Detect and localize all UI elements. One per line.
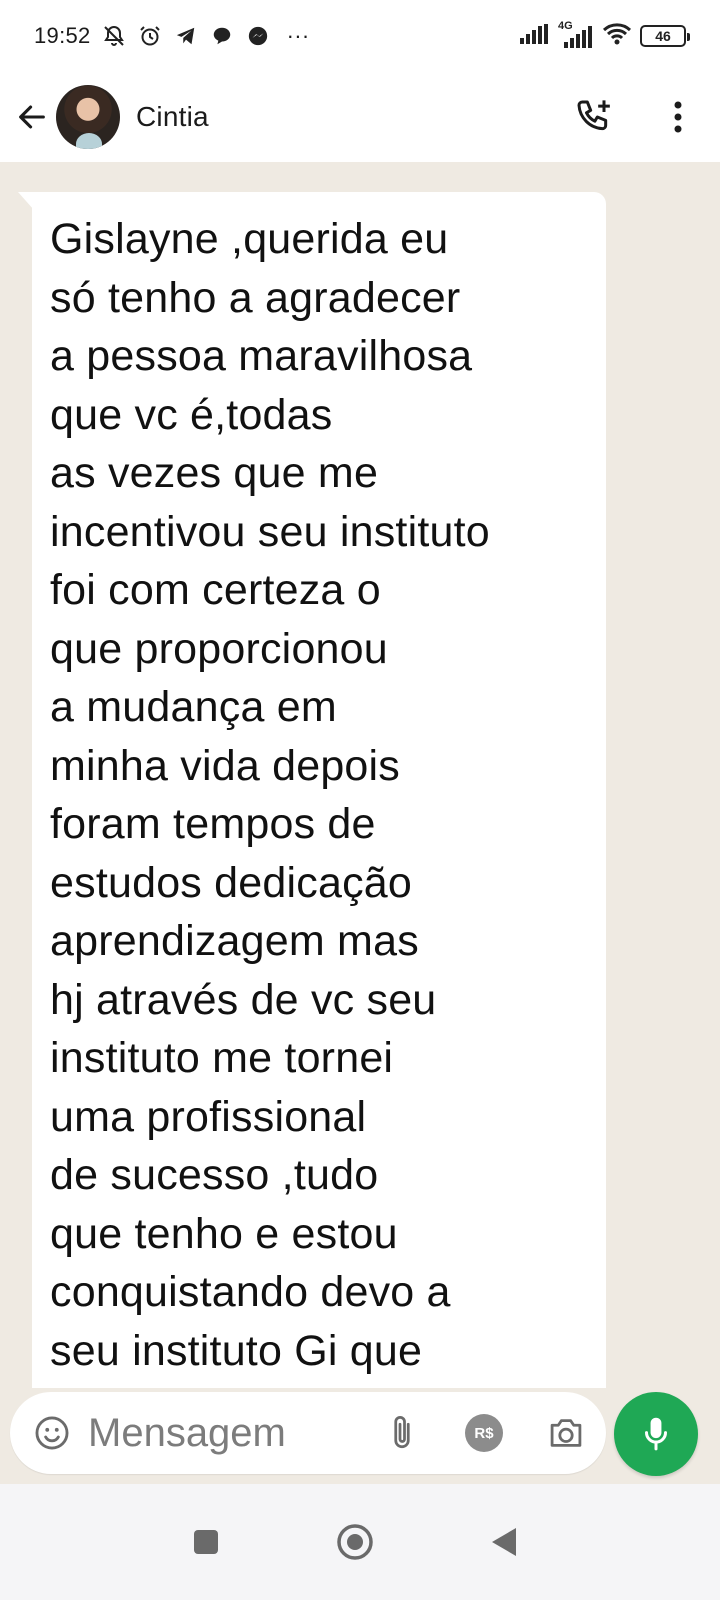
avatar[interactable] (56, 85, 120, 149)
camera-button[interactable] (544, 1411, 588, 1455)
status-bar: 19:52 ··· 4G 46 (0, 0, 720, 72)
more-notifications-icon: ··· (286, 23, 310, 48)
chat-bubble-icon (209, 23, 235, 49)
camera-icon (550, 1419, 582, 1447)
battery-icon: 46 (640, 25, 690, 47)
contact-name[interactable]: Cintia (136, 101, 209, 133)
messenger-icon (245, 23, 271, 49)
message-input[interactable] (88, 1405, 358, 1461)
chat-area[interactable]: Gislayne ,querida eu só tenho a agradece… (0, 162, 720, 1412)
triangle-back-icon (492, 1528, 516, 1556)
more-options-button[interactable] (654, 93, 702, 141)
chat-header: Cintia (0, 72, 720, 162)
signal-icon (520, 23, 550, 49)
signal-4g-icon: 4G (558, 20, 594, 48)
message-input-pill: R$ (10, 1392, 606, 1474)
status-time: 19:52 (34, 23, 91, 48)
back-button[interactable] (12, 97, 52, 137)
more-vertical-icon (674, 101, 682, 133)
attach-button[interactable] (380, 1411, 424, 1455)
wifi-icon (602, 22, 632, 51)
paperclip-icon (394, 1416, 410, 1449)
home-button[interactable] (335, 1522, 375, 1562)
message-text: Gislayne ,querida eu só tenho a agradece… (50, 215, 490, 1375)
system-nav-bar (0, 1484, 720, 1600)
microphone-icon (645, 1417, 667, 1451)
emoji-icon (35, 1416, 69, 1450)
add-call-button[interactable] (570, 93, 618, 141)
composer: R$ (0, 1388, 720, 1484)
phone-plus-icon (577, 100, 610, 131)
alarm-icon (137, 23, 163, 49)
telegram-icon (173, 23, 199, 49)
arrow-left-icon (19, 105, 45, 129)
currency-icon: R$ (465, 1414, 503, 1452)
header-actions (570, 93, 702, 141)
message-bubble[interactable]: Gislayne ,querida eu só tenho a agradece… (32, 192, 606, 1412)
emoji-button[interactable] (32, 1413, 72, 1453)
bell-off-icon (101, 23, 127, 49)
back-nav-button[interactable] (484, 1522, 524, 1562)
input-actions: R$ (380, 1411, 588, 1455)
home-circle-icon (337, 1524, 373, 1560)
voice-message-button[interactable] (614, 1392, 698, 1476)
payment-button[interactable]: R$ (462, 1411, 506, 1455)
status-right: 4G 46 (520, 20, 690, 51)
square-icon (194, 1530, 218, 1554)
status-left: 19:52 ··· (34, 23, 309, 49)
recents-button[interactable] (186, 1522, 226, 1562)
